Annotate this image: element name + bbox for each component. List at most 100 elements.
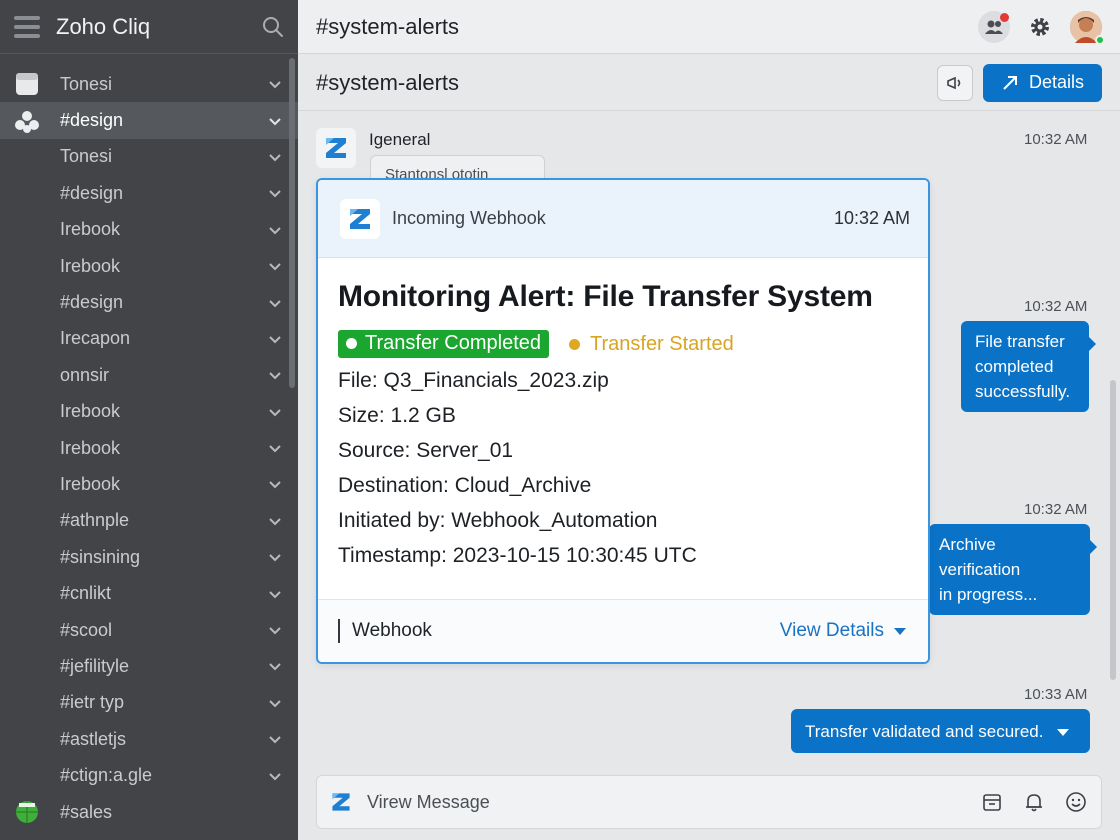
sidebar-item[interactable]: #cnlikt (0, 575, 298, 611)
chevron-down-icon[interactable] (268, 259, 282, 273)
channel-header: #system-alerts Details (298, 55, 1120, 111)
sidebar-item[interactable]: Irecapon (0, 321, 298, 357)
notification-dot (1000, 12, 1009, 22)
message-input[interactable]: Virew Message (367, 792, 963, 813)
sidebar-item[interactable]: Irebook (0, 248, 298, 284)
sidebar-item-label: #jefilityle (60, 655, 130, 676)
chevron-down-icon[interactable] (268, 150, 282, 164)
sidebar-item-label: Tonesi (60, 146, 113, 167)
webhook-card-footer: Webhook View Details (318, 599, 928, 662)
sidebar-scrollbar[interactable] (289, 58, 295, 388)
people-button[interactable] (978, 10, 1010, 43)
sidebar-item-label: Tonesi (60, 73, 113, 94)
sidebar-item-label: Irecapon (60, 328, 131, 349)
sidebar-item[interactable]: Tonesi (0, 139, 298, 175)
sidebar-item[interactable]: #athnple (0, 503, 298, 539)
chevron-down-icon[interactable] (268, 368, 282, 382)
archive-icon (983, 794, 1001, 811)
alert-field-file: File: Q3_Financials_2023.zip (338, 369, 609, 392)
chevron-down-icon[interactable] (268, 732, 282, 746)
emoji-button[interactable] (1063, 789, 1089, 815)
notification-button[interactable] (1021, 789, 1047, 815)
sidebar-item[interactable]: Tonesi (0, 66, 298, 102)
status-badge-completed: Transfer Completed (338, 330, 549, 358)
smiley-icon (1066, 792, 1086, 812)
details-button[interactable]: Details (982, 63, 1102, 102)
divider (338, 619, 340, 643)
chevron-down-icon[interactable] (268, 441, 282, 455)
chevron-down-icon[interactable] (268, 769, 282, 783)
bubble-line: File transfer (975, 332, 1065, 351)
message-time: 10:32 AM (1024, 501, 1088, 518)
note-icon (16, 73, 38, 96)
bubble-line: completed (975, 357, 1054, 376)
sidebar-item[interactable]: #ctign:a.gle (0, 757, 298, 793)
top-bar: #system-alerts (298, 0, 1120, 54)
message-time: 10:32 AM (1024, 298, 1088, 315)
sidebar-item-label: #cnlikt (60, 583, 112, 604)
sidebar-item[interactable]: #scool (0, 612, 298, 648)
expand-arrow-icon (1003, 75, 1017, 90)
footer-source: Webhook (352, 620, 432, 641)
details-button-label: Details (1028, 72, 1084, 92)
announce-button[interactable] (936, 64, 973, 101)
bubble-text: Transfer validated and secured. (805, 722, 1044, 741)
chevron-down-icon[interactable] (268, 223, 282, 237)
search-icon[interactable] (262, 16, 284, 38)
chevron-down-icon[interactable] (268, 186, 282, 200)
chevron-down-icon[interactable] (268, 296, 282, 310)
sidebar-item[interactable]: #astletjs (0, 721, 298, 757)
chevron-down-icon[interactable] (268, 550, 282, 564)
chevron-down-icon[interactable] (268, 477, 282, 491)
view-details-label: View Details (779, 620, 884, 641)
zoho-logo-icon[interactable] (329, 790, 353, 814)
message-composer[interactable]: Virew Message (316, 775, 1102, 829)
sidebar-item[interactable]: Irebook (0, 466, 298, 502)
chevron-down-icon[interactable] (268, 332, 282, 346)
sidebar-item[interactable]: #design (0, 175, 298, 211)
chevron-down-icon[interactable] (268, 623, 282, 637)
chevron-down-icon[interactable] (268, 587, 282, 601)
globe-icon (16, 801, 38, 823)
online-status-dot (1095, 34, 1105, 45)
bot-avatar (316, 128, 356, 168)
sidebar-item[interactable]: #ietr typ (0, 685, 298, 721)
chevron-down-icon[interactable] (268, 514, 282, 528)
settings-button[interactable] (1024, 11, 1056, 43)
alert-field-destination: Destination: Cloud_Archive (338, 474, 592, 497)
attach-button[interactable] (979, 789, 1005, 815)
menu-icon[interactable] (14, 15, 40, 38)
chevron-down-icon[interactable] (268, 114, 282, 128)
alert-field-timestamp: Timestamp: 2023-10-15 10:30:45 UTC (338, 544, 697, 567)
sidebar-item-sales[interactable]: #sales (0, 794, 298, 830)
view-details-link[interactable]: View Details (780, 620, 906, 642)
chevron-down-icon[interactable] (268, 405, 282, 419)
sidebar-item[interactable]: Irebook (0, 394, 298, 430)
chevron-down-icon[interactable] (268, 77, 282, 91)
webhook-avatar (340, 198, 380, 239)
messages-scrollbar[interactable] (1110, 380, 1116, 680)
chevron-down-icon[interactable] (268, 696, 282, 710)
sidebar-item-design-active[interactable]: #design (0, 102, 298, 139)
bubble-line: successfully. (975, 382, 1071, 401)
sidebar: Zoho Cliq Tonesi #design Tonesi #design … (0, 0, 298, 840)
sidebar-item[interactable]: onnsir (0, 357, 298, 393)
message-time: 10:33 AM (1024, 686, 1088, 703)
status-completed-label: Transfer Completed (365, 332, 541, 354)
caret-down-icon[interactable] (1057, 729, 1070, 737)
message-bubble: File transfer completed successfully. (961, 321, 1096, 412)
sidebar-item-label: Irebook (60, 473, 121, 494)
gear-icon (1031, 17, 1049, 36)
sidebar-item[interactable]: #sinsining (0, 539, 298, 575)
sidebar-item-label: Irebook (60, 401, 121, 422)
user-avatar-button[interactable] (1070, 10, 1105, 45)
sidebar-item-label: #ctign:a.gle (60, 765, 153, 786)
sidebar-item[interactable]: Irebook (0, 212, 298, 248)
sidebar-item[interactable]: #design (0, 284, 298, 320)
avatar (1070, 10, 1105, 45)
sidebar-item[interactable]: #jefilityle (0, 648, 298, 684)
sidebar-item-label: Irebook (60, 255, 121, 276)
chevron-down-icon[interactable] (268, 659, 282, 673)
message-bubble[interactable]: Transfer validated and secured. (791, 709, 1090, 753)
sidebar-item[interactable]: Irebook (0, 430, 298, 466)
